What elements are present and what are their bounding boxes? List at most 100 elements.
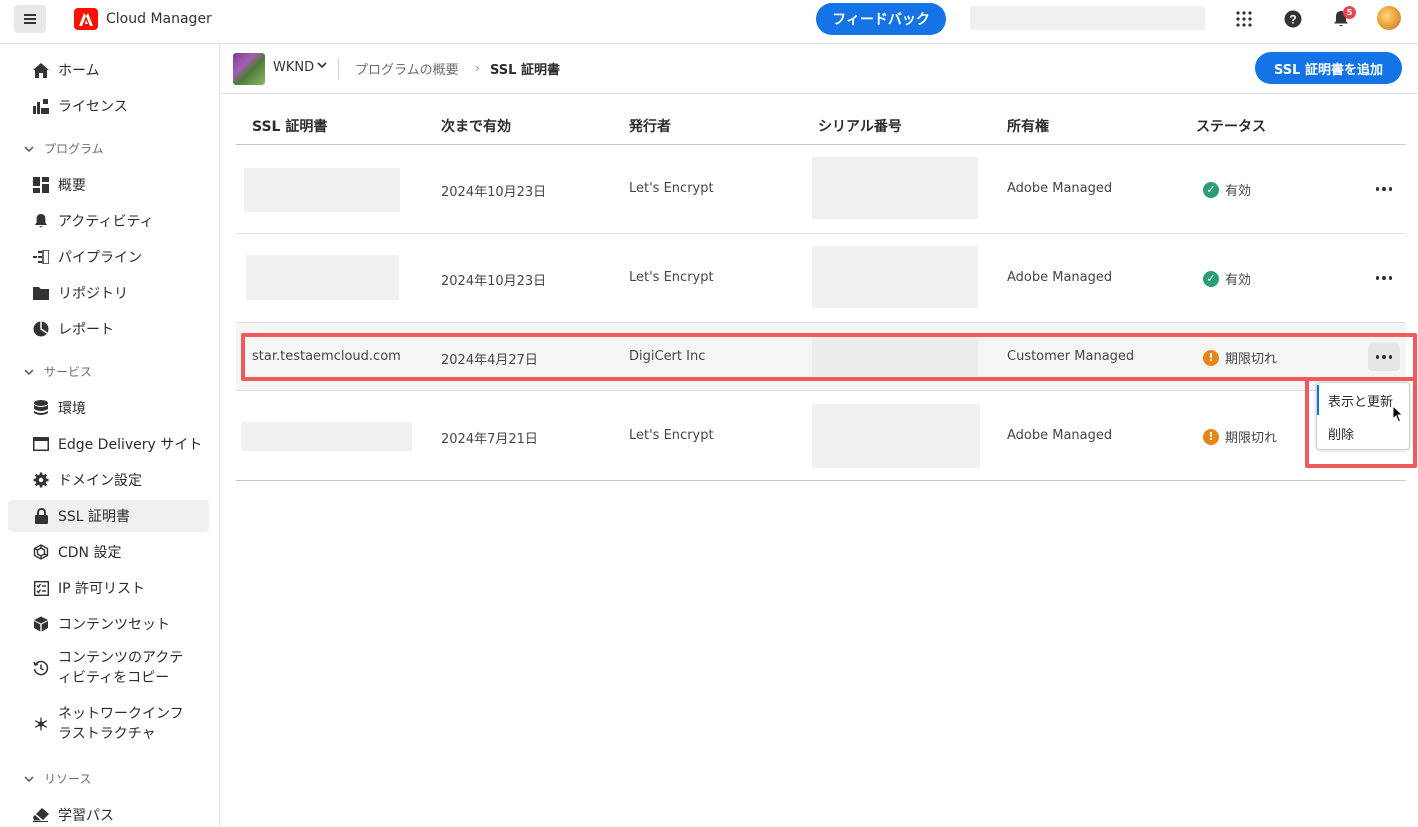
sidebar-item-license[interactable]: ライセンス bbox=[8, 90, 209, 122]
eraser-icon bbox=[32, 806, 50, 824]
chevron-down-icon bbox=[24, 775, 34, 782]
redacted-serial-number bbox=[812, 246, 978, 308]
status-text: 有効 bbox=[1225, 273, 1252, 288]
section-label: プログラム bbox=[44, 142, 104, 156]
bell-icon bbox=[32, 212, 50, 230]
column-header-serial[interactable]: シリアル番号 bbox=[818, 116, 902, 136]
status-text: 有効 bbox=[1225, 184, 1252, 199]
sidebar-item-domain-settings[interactable]: ドメイン設定 bbox=[8, 464, 209, 496]
ownership-cell: Adobe Managed bbox=[1007, 428, 1113, 443]
search-input[interactable] bbox=[970, 6, 1205, 30]
redacted-certificate-name bbox=[241, 422, 412, 451]
sidebar-item-environments[interactable]: 環境 bbox=[8, 392, 209, 424]
sidebar-item-edge-delivery[interactable]: Edge Delivery サイト bbox=[8, 428, 209, 460]
sidebar-item-network-infrastructure[interactable]: ネットワークインフ ラストラクチャ bbox=[8, 702, 209, 746]
status-text: 期限切れ bbox=[1225, 431, 1278, 446]
column-header-issuer[interactable]: 発行者 bbox=[629, 116, 671, 136]
ownership-cell: Adobe Managed bbox=[1007, 181, 1113, 196]
sidebar-item-report[interactable]: レポート bbox=[8, 313, 209, 345]
app-title: Cloud Manager bbox=[106, 11, 212, 27]
lock-icon bbox=[32, 507, 50, 525]
column-header-valid-until[interactable]: 次まで有効 bbox=[441, 116, 511, 136]
section-header-program[interactable]: プログラム bbox=[24, 140, 104, 157]
check-circle-icon: ✓ bbox=[1203, 270, 1219, 287]
sidebar-item-repository[interactable]: リポジトリ bbox=[8, 277, 209, 309]
sidebar-item-label: パイプライン bbox=[58, 250, 142, 266]
sidebar-item-copy-content-activity[interactable]: コンテンツのアクテ ィビティをコピー bbox=[8, 646, 209, 690]
sidebar-item-label: Edge Delivery サイト bbox=[58, 437, 203, 453]
program-picker[interactable]: WKND bbox=[273, 60, 314, 75]
sidebar-item-content-sets[interactable]: コンテンツセット bbox=[8, 608, 209, 640]
status-badge: ! 期限切れ bbox=[1203, 427, 1277, 446]
checklist-icon bbox=[32, 579, 50, 597]
sidebar-item-ssl-certificates[interactable]: SSL 証明書 bbox=[8, 500, 209, 532]
issuer-cell: Let's Encrypt bbox=[629, 428, 714, 443]
sidebar-item-label: ホーム bbox=[58, 63, 100, 79]
sidebar-item-label: アクティビティ bbox=[58, 214, 154, 230]
sidebar-item-label: 概要 bbox=[58, 178, 86, 194]
column-header-certificate[interactable]: SSL 証明書 bbox=[252, 116, 327, 136]
divider bbox=[236, 233, 1406, 234]
hub-icon bbox=[32, 715, 50, 733]
valid-until-cell: 2024年10月23日 bbox=[441, 185, 547, 200]
history-icon bbox=[32, 659, 50, 677]
program-thumbnail bbox=[233, 53, 265, 85]
check-circle-icon: ✓ bbox=[1203, 181, 1219, 198]
network-icon bbox=[32, 543, 50, 561]
section-header-services[interactable]: サービス bbox=[24, 363, 92, 380]
sidebar-item-label: コンテンツセット bbox=[58, 617, 170, 633]
sidebar-item-pipeline[interactable]: パイプライン bbox=[8, 241, 209, 273]
folder-icon bbox=[32, 284, 50, 302]
sidebar-item-label: 環境 bbox=[58, 401, 86, 417]
sidebar-item-label: ドメイン設定 bbox=[58, 473, 142, 489]
sidebar-item-activity[interactable]: アクティビティ bbox=[8, 205, 209, 237]
chevron-down-icon bbox=[24, 145, 34, 152]
hamburger-icon bbox=[24, 18, 36, 20]
pipeline-icon bbox=[32, 248, 50, 266]
divider bbox=[236, 480, 1406, 481]
box-icon bbox=[32, 615, 50, 633]
sidebar-item-label: SSL 証明書 bbox=[58, 509, 131, 525]
status-badge: ✓ 有効 bbox=[1203, 180, 1251, 199]
sidebar-item-cdn-settings[interactable]: CDN 設定 bbox=[8, 536, 209, 568]
notification-badge: 5 bbox=[1343, 6, 1356, 19]
sidebar-item-label: CDN 設定 bbox=[58, 545, 122, 561]
issuer-cell: Let's Encrypt bbox=[629, 181, 714, 196]
redacted-certificate-name bbox=[246, 255, 399, 300]
sidebar-item-label: レポート bbox=[58, 322, 114, 338]
sidebar-item-label: リポジトリ bbox=[58, 286, 128, 302]
column-header-status[interactable]: ステータス bbox=[1196, 116, 1266, 136]
avatar[interactable] bbox=[1377, 6, 1401, 30]
add-ssl-certificate-button[interactable]: SSL 証明書を追加 bbox=[1255, 52, 1402, 84]
sidebar-item-label: ライセンス bbox=[58, 99, 128, 115]
breadcrumb-program-overview[interactable]: プログラムの概要 bbox=[355, 59, 459, 78]
page-title: SSL 証明書 bbox=[490, 63, 560, 78]
sidebar-item-home[interactable]: ホーム bbox=[8, 54, 209, 86]
sidebar-item-learning-path[interactable]: 学習パス bbox=[8, 799, 209, 827]
sidebar-item-label: ネットワークインフ ラストラクチャ bbox=[58, 706, 184, 742]
app-switcher-icon[interactable] bbox=[1234, 9, 1254, 29]
ownership-cell: Adobe Managed bbox=[1007, 270, 1113, 285]
sidebar-item-overview[interactable]: 概要 bbox=[8, 169, 209, 201]
more-actions-button[interactable] bbox=[1368, 264, 1400, 292]
section-label: サービス bbox=[44, 365, 93, 379]
column-header-ownership[interactable]: 所有権 bbox=[1007, 116, 1049, 136]
menu-toggle-button[interactable] bbox=[14, 5, 46, 33]
sidebar-item-label: コンテンツのアクテ ィビティをコピー bbox=[58, 650, 184, 686]
home-icon bbox=[32, 61, 50, 79]
top-bar: Cloud Manager フィードバック ? 5 bbox=[0, 0, 1418, 44]
feedback-button[interactable]: フィードバック bbox=[816, 3, 946, 35]
chevron-down-icon[interactable] bbox=[317, 62, 327, 68]
more-actions-button[interactable] bbox=[1368, 175, 1400, 203]
valid-until-cell: 2024年7月21日 bbox=[441, 432, 538, 447]
divider bbox=[236, 390, 1406, 391]
sidebar-item-ip-allowlist[interactable]: IP 許可リスト bbox=[8, 572, 209, 604]
sidebar: ホーム ライセンス プログラム 概要 アクティビティ パイプライン リポジトリ … bbox=[0, 44, 220, 827]
help-icon[interactable]: ? bbox=[1283, 9, 1303, 29]
alert-icon: ! bbox=[1203, 428, 1219, 445]
issuer-cell: Let's Encrypt bbox=[629, 270, 714, 285]
chevron-right-icon: › bbox=[475, 61, 480, 75]
section-header-resources[interactable]: リソース bbox=[24, 770, 91, 787]
row-highlight-annotation bbox=[241, 333, 1417, 381]
sidebar-item-label: IP 許可リスト bbox=[58, 581, 146, 597]
